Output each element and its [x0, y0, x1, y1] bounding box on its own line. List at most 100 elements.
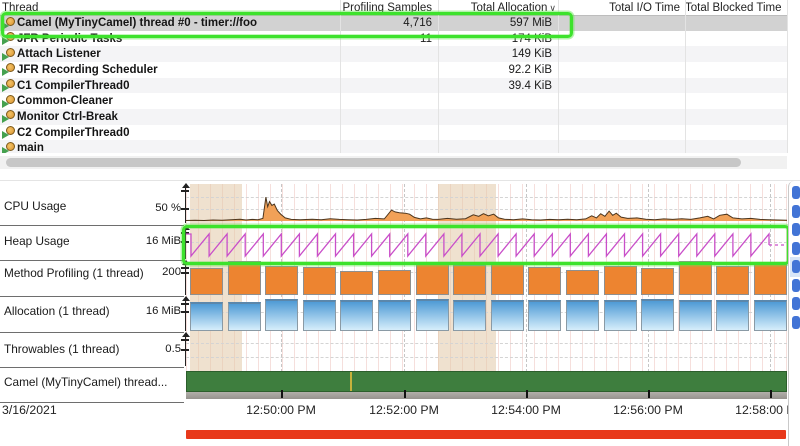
allocation-chart[interactable]: [186, 297, 787, 331]
method-profiling-bar: [228, 261, 261, 295]
thread-name: JFR Periodic Tasks: [17, 32, 122, 46]
time-tick-label: 12:50:00 PM: [246, 403, 316, 417]
method-profiling-bar: [340, 271, 373, 295]
allocation-bar: [190, 302, 223, 331]
thread-state-circle-icon: [6, 142, 15, 151]
column-header-total-i-o-time[interactable]: Total I/O Time: [558, 1, 680, 15]
cpu-usage-chart[interactable]: [186, 184, 787, 225]
table-row[interactable]: Camel (MyTinyCamel) thread #0 - timer://…: [0, 15, 787, 31]
column-header-total-blocked-time[interactable]: Total Blocked Time: [685, 1, 781, 15]
timeline-row-label: Throwables (1 thread): [4, 342, 119, 356]
method-profiling-bar: [679, 261, 712, 295]
allocation-bar: [416, 299, 449, 331]
selection-range-bar[interactable]: [186, 430, 786, 439]
total-allocation-value: 174 KiB: [438, 32, 552, 46]
total-allocation-value: 597 MiB: [438, 16, 552, 30]
column-header-label: Total Blocked Time: [685, 2, 782, 14]
thread-icon: [2, 95, 15, 108]
row-reorder-pill[interactable]: [792, 316, 800, 329]
timeline-panel: CPU Usage50 %Heap Usage16 MiBMethod Prof…: [0, 180, 800, 446]
allocation-bar: [604, 300, 637, 331]
column-header-total-allocation[interactable]: Total Allocation∨: [438, 1, 556, 15]
thread-icon: [2, 142, 15, 153]
method-profiling-bar: [641, 268, 674, 295]
time-axis-tick: [404, 390, 406, 398]
allocation-bar: [453, 300, 486, 331]
allocation-bar: [528, 300, 561, 331]
thread-icon: [2, 79, 15, 92]
thread-name: Camel (MyTinyCamel) thread #0 - timer://…: [17, 16, 257, 30]
method-profiling-bar: [190, 268, 223, 295]
row-options-strip: [788, 181, 800, 446]
time-axis-tick: [648, 390, 650, 398]
timeline-scale-label: 50 %: [155, 201, 181, 215]
table-row[interactable]: C1 CompilerThread039.4 KiB: [0, 78, 787, 94]
row-reorder-pill[interactable]: [792, 242, 800, 255]
thread-icon: [2, 32, 15, 45]
method-profiling-bar: [754, 264, 787, 295]
column-header-label: Profiling Samples: [343, 2, 432, 14]
timeline-row-label: Allocation (1 thread): [4, 304, 110, 318]
table-row[interactable]: JFR Periodic Tasks11174 KiB: [0, 31, 787, 47]
column-header-thread[interactable]: Thread: [2, 1, 332, 15]
column-separator: [558, 0, 559, 153]
row-reorder-pill[interactable]: [792, 260, 800, 273]
allocation-bar: [716, 300, 749, 331]
row-reorder-pill[interactable]: [792, 205, 800, 218]
time-tick-label: 12:52:00 PM: [369, 403, 439, 417]
row-separator: [0, 225, 184, 226]
table-row[interactable]: main: [0, 140, 787, 153]
allocation-bar: [378, 300, 411, 331]
thread-state-circle-icon: [6, 110, 15, 119]
activity-marker-line: [350, 372, 352, 391]
time-axis-strip: [186, 392, 787, 399]
timeline-scale-label: 0.5: [165, 342, 181, 356]
table-row[interactable]: Common-Cleaner: [0, 93, 787, 109]
table-row[interactable]: C2 CompilerThread0: [0, 125, 787, 141]
thread-name: Common-Cleaner: [17, 94, 113, 108]
method-profiling-bar: [716, 266, 749, 295]
table-row[interactable]: JFR Recording Scheduler92.2 KiB: [0, 62, 787, 78]
profiling-samples-value: 4,716: [340, 16, 432, 30]
thread-state-circle-icon: [6, 32, 15, 41]
thread-state-circle-icon: [6, 79, 15, 88]
heap-sawtooth-line: [186, 234, 769, 256]
column-header-label: Total Allocation: [471, 2, 548, 14]
throwables-chart[interactable]: [186, 332, 787, 367]
method-profiling-bar: [265, 266, 298, 295]
column-separator: [438, 0, 439, 153]
method-profiling-bar: [416, 264, 449, 295]
thread-state-circle-icon: [6, 63, 15, 72]
column-header-profiling-samples[interactable]: Profiling Samples: [340, 1, 432, 15]
timeline-row-label: Camel (MyTinyCamel) thread...: [4, 375, 167, 389]
thread-icon: [2, 17, 15, 30]
thread-activity-bar[interactable]: [186, 371, 787, 392]
row-reorder-pill[interactable]: [792, 186, 800, 199]
thread-name: Monitor Ctrl-Break: [17, 110, 118, 124]
column-separator: [685, 0, 686, 153]
method-profiling-bar: [528, 267, 561, 295]
heap-usage-chart[interactable]: [186, 226, 787, 260]
time-axis-tick: [526, 390, 528, 398]
row-reorder-pill[interactable]: [792, 279, 800, 292]
time-axis-tick: [281, 390, 283, 398]
total-allocation-value: 149 KiB: [438, 47, 552, 61]
row-reorder-pill[interactable]: [792, 297, 800, 310]
method-profiling-chart[interactable]: [186, 261, 787, 296]
profiler-window: Camel (MyTinyCamel) thread #0 - timer://…: [0, 0, 800, 446]
table-hscrollbar-thumb[interactable]: [6, 158, 741, 167]
method-profiling-bar: [604, 266, 637, 295]
allocation-bar: [265, 299, 298, 331]
thread-icon: [2, 48, 15, 61]
table-row[interactable]: Monitor Ctrl-Break: [0, 109, 787, 125]
row-reorder-pill[interactable]: [792, 223, 800, 236]
allocation-bar: [754, 300, 787, 331]
timeline-scale-label: 16 MiB: [146, 304, 181, 318]
row-separator: [0, 332, 184, 333]
table-row[interactable]: Attach Listener149 KiB: [0, 46, 787, 62]
threads-table-rows: Camel (MyTinyCamel) thread #0 - timer://…: [0, 0, 787, 153]
time-tick-label: 12:56:00 PM: [613, 403, 683, 417]
thread-state-circle-icon: [6, 95, 15, 104]
column-header-label: Thread: [2, 2, 38, 14]
method-profiling-bar: [303, 267, 336, 295]
